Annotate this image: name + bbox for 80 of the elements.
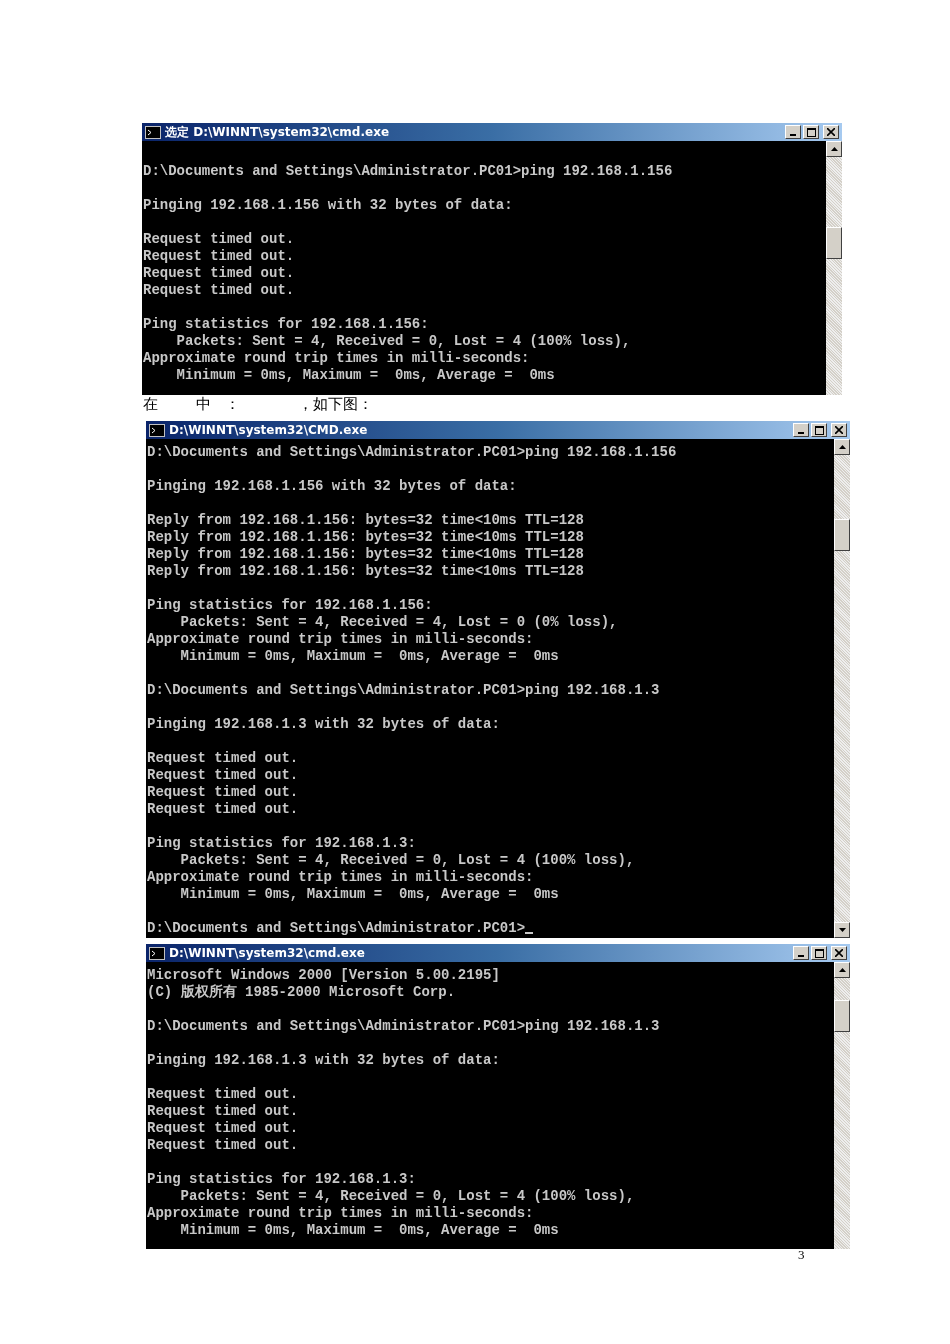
console-line: Request timed out. (147, 801, 299, 818)
console-line: Request timed out. (147, 767, 299, 784)
maximize-icon (814, 948, 824, 958)
console-line: D:\Documents and Settings\Administrator.PC01>ping 192.168.1.3 (147, 682, 660, 699)
scrollbar[interactable] (834, 439, 850, 938)
console-line: Packets: Sent = 4, Received = 0, Lost = 4 (100% loss), (179, 852, 635, 869)
console-line: Minimum = 0ms, Maximum = 0ms, Average = 0ms (179, 886, 559, 903)
up-arrow-icon (838, 968, 846, 972)
console-line: Reply from 192.168.1.156: bytes=32 time<10ms TTL=128 (147, 529, 584, 546)
console-line: D:\Documents and Settings\Administrator.PC01>ping 192.168.1.3 (147, 1018, 660, 1035)
console-line: Request timed out. (147, 784, 299, 801)
console-line: Packets: Sent = 4, Received = 0, Lost = 4 (100% loss), (175, 333, 631, 350)
console-line: (C) 版权所有 1985-2000 Microsoft Corp. (147, 984, 456, 1001)
scroll-down-button[interactable] (834, 922, 850, 938)
console-line: Request timed out. (143, 265, 295, 282)
console-line: Reply from 192.168.1.156: bytes=32 time<10ms TTL=128 (147, 563, 584, 580)
scroll-up-button[interactable] (834, 962, 850, 978)
minimize-button[interactable] (785, 125, 801, 139)
close-icon (835, 426, 843, 434)
console-line: Ping statistics for 192.168.1.3: (147, 1171, 416, 1188)
console-line: Request timed out. (147, 750, 299, 767)
down-arrow-icon (838, 928, 846, 932)
page-number: 3 (798, 1249, 805, 1261)
console-line: Approximate round trip times in milli-seconds: (147, 631, 534, 648)
up-arrow-icon (830, 147, 838, 151)
console-line: Request timed out. (143, 282, 295, 299)
close-button[interactable] (831, 946, 847, 960)
close-icon (827, 128, 835, 136)
console-line: Request timed out. (147, 1120, 299, 1137)
caption-text: 在 中 ： ，如下图： (143, 395, 373, 415)
close-icon (835, 949, 843, 957)
scroll-thumb[interactable] (834, 519, 850, 551)
scroll-up-button[interactable] (826, 141, 842, 157)
maximize-button[interactable] (811, 946, 827, 960)
console-line: Packets: Sent = 4, Received = 0, Lost = 4 (100% loss), (179, 1188, 635, 1205)
console-line: Request timed out. (147, 1137, 299, 1154)
console-line: Request timed out. (143, 248, 295, 265)
console-line: Request timed out. (147, 1103, 299, 1120)
console-line: D:\Documents and Settings\Administrator.PC01>ping 192.168.1.156 (143, 163, 673, 180)
console-line: Approximate round trip times in milli-seconds: (147, 1205, 534, 1222)
minimize-button[interactable] (793, 423, 809, 437)
console-line: Microsoft Windows 2000 [Version 5.00.2195] (147, 967, 500, 984)
console-line: Packets: Sent = 4, Received = 4, Lost = 0 (0% loss), (179, 614, 618, 631)
window-title: D:\WINNT\system32\cmd.exe (169, 946, 365, 960)
console-line: Reply from 192.168.1.156: bytes=32 time<10ms TTL=128 (147, 512, 584, 529)
console-line: Minimum = 0ms, Maximum = 0ms, Average = 0ms (175, 367, 555, 384)
console-line: Pinging 192.168.1.156 with 32 bytes of data: (147, 478, 517, 495)
scroll-thumb[interactable] (834, 1000, 850, 1032)
terminal-icon (149, 946, 165, 960)
maximize-icon (814, 425, 824, 435)
console-line: D:\Documents and Settings\Administrator.PC01> (147, 920, 526, 937)
terminal-icon (149, 423, 165, 437)
maximize-button[interactable] (811, 423, 827, 437)
console-line: Minimum = 0ms, Maximum = 0ms, Average = 0ms (179, 648, 559, 665)
console-line: Ping statistics for 192.168.1.156: (147, 597, 433, 614)
console-line: Approximate round trip times in milli-seconds: (147, 869, 534, 886)
minimize-button[interactable] (793, 946, 809, 960)
console-line: Ping statistics for 192.168.1.156: (143, 316, 429, 333)
console-line: Pinging 192.168.1.3 with 32 bytes of data: (147, 1052, 500, 1069)
terminal-icon (145, 125, 161, 139)
maximize-icon (806, 127, 816, 137)
console-line: Request timed out. (143, 231, 295, 248)
maximize-button[interactable] (803, 125, 819, 139)
console-line: Approximate round trip times in milli-seconds: (143, 350, 530, 367)
close-button[interactable] (831, 423, 847, 437)
console-line: Pinging 192.168.1.3 with 32 bytes of data: (147, 716, 500, 733)
console-line: Ping statistics for 192.168.1.3: (147, 835, 416, 852)
close-button[interactable] (823, 125, 839, 139)
console-line: Minimum = 0ms, Maximum = 0ms, Average = 0ms (179, 1222, 559, 1239)
window-title: 选定 D:\WINNT\system32\cmd.exe (165, 123, 390, 141)
scrollbar[interactable] (834, 962, 850, 1249)
window-title: D:\WINNT\system32\CMD.exe (169, 423, 368, 437)
scrollbar[interactable] (826, 141, 842, 395)
console-line: Pinging 192.168.1.156 with 32 bytes of data: (143, 197, 513, 214)
up-arrow-icon (838, 445, 846, 449)
console-line: Reply from 192.168.1.156: bytes=32 time<10ms TTL=128 (147, 546, 584, 563)
scroll-up-button[interactable] (834, 439, 850, 455)
console-line: D:\Documents and Settings\Administrator.PC01>ping 192.168.1.156 (147, 444, 677, 461)
scroll-thumb[interactable] (826, 227, 842, 259)
console-line: Request timed out. (147, 1086, 299, 1103)
